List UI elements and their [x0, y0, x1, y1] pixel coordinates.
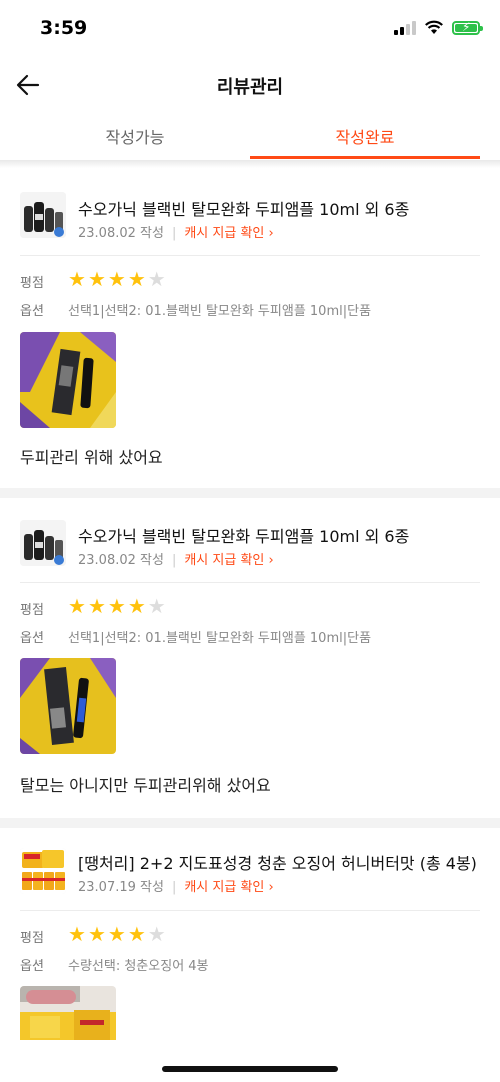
review-comment: 두피관리 위해 샀어요: [20, 448, 163, 467]
rating-stars: ★ ★ ★ ★ ★: [68, 924, 166, 944]
product-name[interactable]: [땡처리] 2+2 지도표성경 청춘 오징어 허니버터맛 (총 4봉): [78, 850, 477, 874]
status-time: 3:59: [40, 17, 88, 39]
cash-confirm-link[interactable]: 캐시 지급 확인 ›: [184, 553, 273, 568]
card-gap: [0, 818, 500, 828]
star-filled-icon: ★: [68, 267, 86, 291]
active-tab-indicator: [250, 156, 480, 159]
star-filled-icon: ★: [87, 922, 106, 946]
star-filled-icon: ★: [87, 594, 106, 618]
option-label: 옵션: [20, 959, 44, 974]
review-comment: 탈모는 아니지만 두피관리위해 샀어요: [20, 776, 271, 795]
star-filled-icon: ★: [127, 267, 146, 291]
meta-separator: |: [171, 226, 177, 241]
header: 리뷰관리: [0, 60, 500, 110]
page-title: 리뷰관리: [216, 77, 284, 98]
review-date: 23.08.02 작성: [78, 553, 164, 568]
option-value: 선택1|선택2: 01.블랙빈 탈모완화 두피앰플 10ml|단품: [68, 304, 372, 319]
option-value: 수량선택: 청춘오징어 4봉: [68, 959, 209, 974]
star-empty-icon: ★: [147, 594, 166, 618]
home-indicator: [162, 1066, 338, 1072]
rating-label: 평점: [20, 276, 44, 291]
review-meta: 23.07.19 작성 | 캐시 지급 확인 ›: [78, 876, 274, 895]
star-filled-icon: ★: [87, 267, 106, 291]
card-divider: [20, 582, 480, 583]
product-thumbnail[interactable]: [20, 192, 66, 238]
status-icons: ⚡: [394, 19, 483, 35]
card-gap: [0, 488, 500, 498]
review-meta: 23.08.02 작성 | 캐시 지급 확인 ›: [78, 222, 274, 241]
tab-completed[interactable]: 작성완료: [250, 124, 480, 148]
star-filled-icon: ★: [107, 922, 126, 946]
cash-confirm-link[interactable]: 캐시 지급 확인 ›: [184, 226, 273, 241]
card-divider: [20, 910, 480, 911]
tabs-divider: [0, 160, 500, 168]
review-date: 23.08.02 작성: [78, 226, 164, 241]
option-label: 옵션: [20, 304, 44, 319]
cash-confirm-link[interactable]: 캐시 지급 확인 ›: [184, 880, 273, 895]
review-meta: 23.08.02 작성 | 캐시 지급 확인 ›: [78, 549, 274, 568]
rating-stars: ★ ★ ★ ★ ★: [68, 269, 166, 289]
tab-writable[interactable]: 작성가능: [20, 124, 250, 148]
star-filled-icon: ★: [68, 922, 86, 946]
review-card: 수오가닉 블랙빈 탈모완화 두피앰플 10ml 외 6종 23.08.02 작성…: [0, 168, 500, 488]
meta-separator: |: [171, 880, 177, 895]
review-photo[interactable]: [20, 658, 116, 754]
star-filled-icon: ★: [68, 594, 86, 618]
product-thumbnail[interactable]: [20, 848, 66, 894]
tab-bar: 작성가능 작성완료: [0, 112, 500, 160]
star-filled-icon: ★: [127, 594, 146, 618]
cellular-signal-icon: [394, 20, 416, 35]
review-card: [땡처리] 2+2 지도표성경 청춘 오징어 허니버터맛 (총 4봉) 23.0…: [0, 828, 500, 1058]
rating-label: 평점: [20, 931, 44, 946]
option-label: 옵션: [20, 631, 44, 646]
review-card: 수오가닉 블랙빈 탈모완화 두피앰플 10ml 외 6종 23.08.02 작성…: [0, 498, 500, 818]
rating-stars: ★ ★ ★ ★ ★: [68, 596, 166, 616]
status-bar: 3:59 ⚡: [0, 0, 500, 60]
wifi-icon: [425, 20, 443, 34]
meta-separator: |: [171, 553, 177, 568]
star-filled-icon: ★: [107, 594, 126, 618]
star-filled-icon: ★: [127, 922, 146, 946]
review-date: 23.07.19 작성: [78, 880, 164, 895]
rating-label: 평점: [20, 603, 44, 618]
star-empty-icon: ★: [147, 922, 166, 946]
product-thumbnail[interactable]: [20, 520, 66, 566]
product-name[interactable]: 수오가닉 블랙빈 탈모완화 두피앰플 10ml 외 6종: [78, 196, 409, 220]
card-divider: [20, 255, 480, 256]
charging-bolt-icon: ⚡: [462, 19, 471, 34]
review-photo[interactable]: [20, 986, 116, 1040]
star-empty-icon: ★: [147, 267, 166, 291]
product-name[interactable]: 수오가닉 블랙빈 탈모완화 두피앰플 10ml 외 6종: [78, 523, 409, 547]
option-value: 선택1|선택2: 01.블랙빈 탈모완화 두피앰플 10ml|단품: [68, 631, 372, 646]
review-photo[interactable]: [20, 332, 116, 428]
battery-icon: ⚡: [452, 19, 483, 35]
star-filled-icon: ★: [107, 267, 126, 291]
